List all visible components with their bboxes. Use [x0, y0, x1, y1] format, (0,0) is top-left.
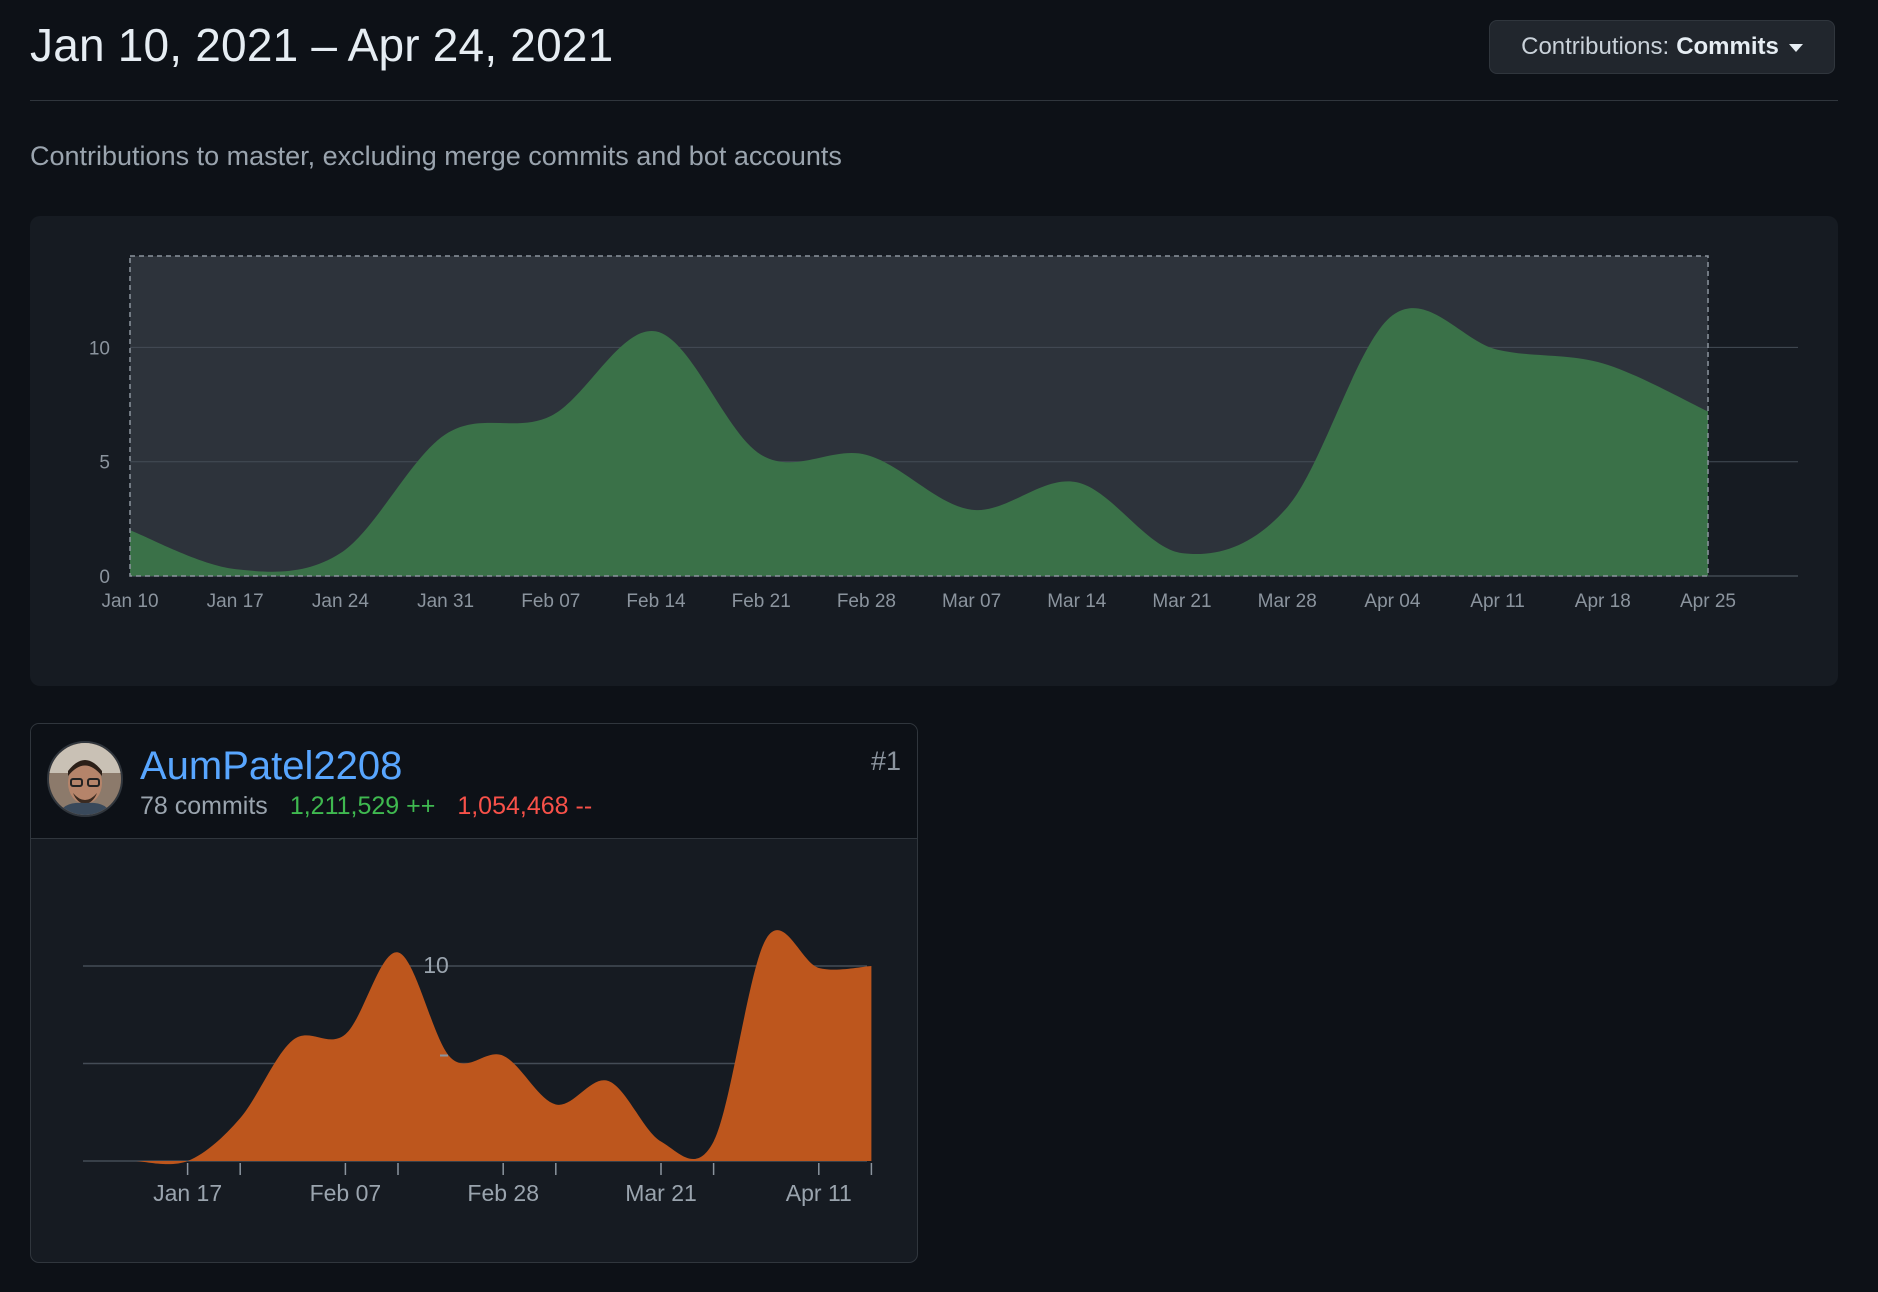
x-tick-label: Feb 07	[310, 1180, 382, 1206]
chevron-down-icon	[1788, 44, 1803, 52]
x-tick-label: Apr 11	[1470, 591, 1525, 612]
contributor-username-link[interactable]: AumPatel2208	[140, 744, 402, 789]
x-tick-label: Feb 07	[521, 591, 580, 612]
additions-count: 1,211,529 ++	[289, 792, 436, 820]
x-tick-label: Jan 24	[312, 591, 369, 612]
contributions-value: Commits	[1676, 33, 1779, 60]
x-tick-label: Mar 07	[942, 591, 1001, 612]
x-tick-label: Apr 04	[1364, 591, 1420, 612]
main-chart-panel: 0 5 10 Jan 10 Jan 17 Jan 24 Jan 31 Feb 07 Feb 14…	[30, 216, 1838, 686]
y-tick-label: 0	[99, 567, 110, 588]
x-tick-label: Apr 18	[1575, 591, 1631, 612]
contributor-rank: #1	[870, 746, 901, 776]
x-tick-label: Apr 11	[786, 1180, 852, 1206]
x-tick-label: Jan 10	[101, 591, 158, 612]
x-tick-label: Apr 25	[1680, 591, 1736, 612]
avatar-image	[49, 743, 121, 815]
main-contributions-chart[interactable]: 0 5 10 Jan 10 Jan 17 Jan 24 Jan 31 Feb 07 Feb 14…	[30, 216, 1838, 686]
x-tick-label: Feb 21	[732, 591, 791, 612]
chart-subtitle: Contributions to master, excluding merge…	[30, 141, 842, 171]
contributions-label: Contributions:	[1521, 33, 1670, 60]
x-tick-label: Feb 28	[467, 1180, 539, 1206]
contributor-card-header: AumPatel2208 #1 78 commits 1,211,529 ++ 1,…	[31, 724, 917, 839]
contributions-type-dropdown[interactable]: Contributions: Commits	[1489, 20, 1835, 74]
x-tick-label: Jan 17	[153, 1180, 222, 1206]
x-tick-label: Jan 31	[417, 591, 474, 612]
y-tick-label: 10	[423, 952, 449, 978]
x-tick-label: Mar 21	[1152, 591, 1211, 612]
x-tick-label: Mar 14	[1047, 591, 1107, 612]
x-tick-label: Mar 28	[1258, 591, 1317, 612]
header-divider	[30, 100, 1838, 101]
x-tick-label: Mar 21	[625, 1180, 697, 1206]
date-range-title: Jan 10, 2021 – Apr 24, 2021	[30, 19, 614, 71]
commit-count: 78 commits	[140, 792, 268, 820]
y-tick-label: 10	[89, 338, 110, 359]
contributor-card: AumPatel2208 #1 78 commits 1,211,529 ++ 1,…	[30, 723, 918, 1263]
deletions-count: 1,054,468 --	[457, 792, 593, 820]
contributor-stats: 78 commits 1,211,529 ++ 1,054,468 --	[140, 792, 592, 821]
x-tick-label: Feb 28	[837, 591, 896, 612]
avatar[interactable]	[47, 741, 123, 817]
x-tick-label: Jan 17	[207, 591, 264, 612]
y-tick-label: 5	[99, 453, 110, 474]
x-tick-label: Feb 14	[626, 591, 686, 612]
contributor-commits-chart: 10 Jan 17 Feb 07 Feb 28 Mar 21 Apr 11	[83, 930, 873, 1206]
